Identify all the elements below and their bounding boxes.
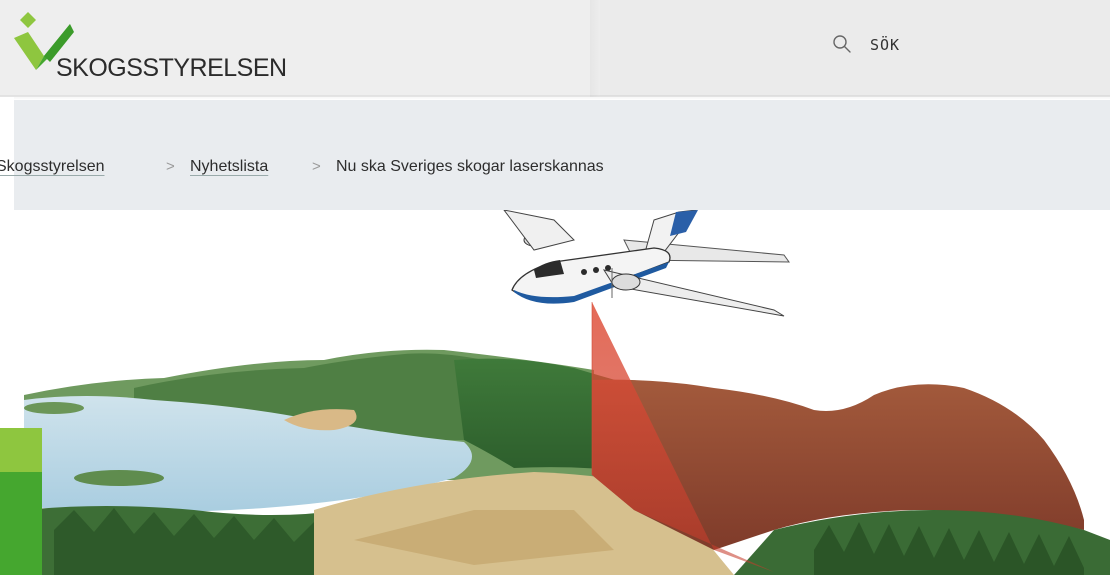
breadcrumb-bar (14, 100, 1110, 210)
breadcrumb-current-page: Nu ska Sveriges skogar laserskannas (336, 158, 604, 175)
header-divider (590, 0, 600, 97)
breadcrumb-link-nyhetslista[interactable]: Nyhetslista (190, 158, 268, 176)
laser-scanning-illustration (24, 210, 1110, 575)
island (74, 470, 164, 486)
site-header: SKOGSSTYRELSEN SÖK (0, 0, 1110, 97)
breadcrumb-separator: > (166, 158, 175, 175)
logo-text: SKOGSSTYRELSEN (56, 54, 287, 82)
hero-illustration (14, 210, 1110, 575)
site-logo[interactable]: SKOGSSTYRELSEN (14, 10, 287, 82)
island (24, 402, 84, 414)
breadcrumb-link-skogsstyrelsen[interactable]: Skogsstyrelsen (0, 158, 105, 176)
search-label: SÖK (870, 36, 901, 54)
breadcrumb-separator: > (312, 158, 321, 175)
search-icon (833, 35, 851, 53)
header-right-panel (600, 0, 1110, 97)
airplane (503, 210, 790, 317)
green-side-tab (0, 428, 42, 575)
